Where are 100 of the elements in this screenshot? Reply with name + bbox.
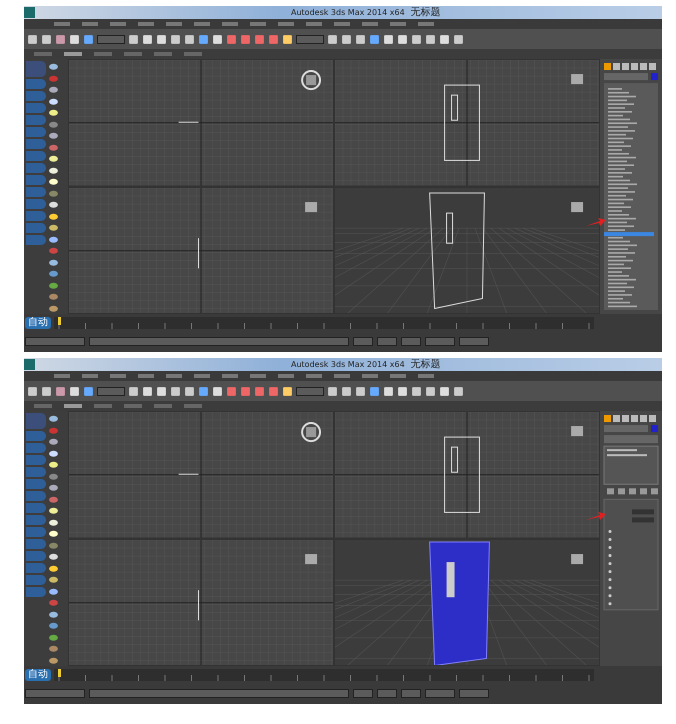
tool-icon[interactable] bbox=[341, 34, 352, 44]
tool-icon[interactable] bbox=[128, 386, 139, 396]
tool-icon[interactable] bbox=[55, 386, 66, 396]
object-icon[interactable] bbox=[48, 166, 59, 174]
tool-icon[interactable] bbox=[282, 34, 293, 44]
object-icon[interactable] bbox=[48, 109, 59, 116]
timeline-track[interactable] bbox=[54, 669, 594, 681]
tool-icon[interactable] bbox=[254, 386, 265, 396]
object-icon[interactable] bbox=[48, 155, 59, 162]
tool-icon[interactable] bbox=[184, 34, 195, 44]
tool-icon[interactable] bbox=[41, 34, 52, 44]
dropdown-field[interactable] bbox=[296, 386, 324, 396]
viewcube-icon[interactable] bbox=[301, 70, 322, 90]
tool-icon[interactable] bbox=[212, 386, 223, 396]
input-field[interactable] bbox=[401, 689, 421, 698]
object-icon[interactable] bbox=[48, 438, 59, 446]
timeline-track[interactable] bbox=[54, 317, 594, 329]
object-icon[interactable] bbox=[48, 415, 59, 422]
tool-icon[interactable] bbox=[240, 386, 251, 396]
tool-icon[interactable] bbox=[453, 34, 464, 44]
tool-icon[interactable] bbox=[69, 34, 80, 44]
object-icon[interactable] bbox=[48, 178, 59, 186]
object-icon[interactable] bbox=[48, 86, 59, 94]
tool-icon[interactable] bbox=[170, 386, 181, 396]
tool-icon[interactable] bbox=[397, 34, 408, 44]
object-icon[interactable] bbox=[48, 258, 59, 266]
viewcube-icon[interactable] bbox=[571, 554, 584, 564]
object-icon[interactable] bbox=[48, 484, 59, 492]
tool-icon[interactable] bbox=[383, 34, 394, 44]
viewcube-icon[interactable] bbox=[571, 426, 584, 436]
status-field[interactable] bbox=[89, 337, 349, 346]
tool-icon[interactable] bbox=[27, 386, 38, 396]
object-icon[interactable] bbox=[48, 236, 59, 243]
viewcube-icon[interactable] bbox=[571, 202, 584, 212]
tool-icon[interactable] bbox=[69, 386, 80, 396]
tool-icon[interactable] bbox=[83, 34, 94, 44]
object-icon[interactable] bbox=[48, 212, 59, 220]
tool-icon[interactable] bbox=[355, 386, 366, 396]
tool-icon[interactable] bbox=[156, 34, 167, 44]
tool-icon[interactable] bbox=[327, 34, 338, 44]
viewcube-icon[interactable] bbox=[301, 422, 322, 442]
tool-icon[interactable] bbox=[128, 34, 139, 44]
input-field[interactable] bbox=[459, 337, 489, 346]
tool-icon[interactable] bbox=[226, 386, 237, 396]
door-model[interactable] bbox=[429, 541, 490, 665]
object-icon[interactable] bbox=[48, 450, 59, 457]
viewcube-icon[interactable] bbox=[571, 74, 584, 84]
tool-icon[interactable] bbox=[411, 34, 422, 44]
object-icon[interactable] bbox=[48, 564, 59, 572]
tool-icon[interactable] bbox=[268, 386, 279, 396]
auto-key-button[interactable]: 自动 bbox=[25, 669, 51, 681]
input-field[interactable] bbox=[425, 689, 455, 698]
object-icon[interactable] bbox=[48, 553, 59, 560]
tool-icon[interactable] bbox=[198, 34, 209, 44]
dropdown-field[interactable] bbox=[97, 34, 125, 44]
input-field[interactable] bbox=[401, 337, 421, 346]
viewcube-icon[interactable] bbox=[305, 202, 318, 212]
menu-bar[interactable] bbox=[24, 371, 662, 381]
object-icon[interactable] bbox=[48, 530, 59, 538]
tool-icon[interactable] bbox=[142, 386, 153, 396]
tool-icon[interactable] bbox=[156, 386, 167, 396]
object-icon[interactable] bbox=[48, 518, 59, 526]
tool-icon[interactable] bbox=[142, 34, 153, 44]
object-icon[interactable] bbox=[48, 132, 59, 140]
tool-icon[interactable] bbox=[170, 34, 181, 44]
tool-icon[interactable] bbox=[453, 386, 464, 396]
tool-icon[interactable] bbox=[41, 386, 52, 396]
tool-icon[interactable] bbox=[411, 386, 422, 396]
tool-icon[interactable] bbox=[184, 386, 195, 396]
object-icon[interactable] bbox=[48, 63, 59, 70]
dropdown-field[interactable] bbox=[296, 34, 324, 44]
input-field[interactable] bbox=[377, 337, 397, 346]
object-icon[interactable] bbox=[48, 576, 59, 584]
tool-icon[interactable] bbox=[83, 386, 94, 396]
tool-icon[interactable] bbox=[383, 386, 394, 396]
status-field[interactable] bbox=[25, 689, 85, 698]
input-field[interactable] bbox=[459, 689, 489, 698]
tool-icon[interactable] bbox=[425, 386, 436, 396]
tool-icon[interactable] bbox=[55, 34, 66, 44]
menu-bar[interactable] bbox=[24, 19, 662, 29]
tool-icon[interactable] bbox=[355, 34, 366, 44]
command-panel[interactable] bbox=[602, 61, 660, 312]
tool-icon[interactable] bbox=[268, 34, 279, 44]
object-icon[interactable] bbox=[48, 98, 59, 105]
object-icon[interactable] bbox=[48, 201, 59, 208]
input-field[interactable] bbox=[425, 337, 455, 346]
tool-icon[interactable] bbox=[198, 386, 209, 396]
object-icon[interactable] bbox=[48, 507, 59, 514]
dropdown-field[interactable] bbox=[97, 386, 125, 396]
object-icon[interactable] bbox=[48, 224, 59, 232]
tool-icon[interactable] bbox=[254, 34, 265, 44]
auto-key-button[interactable]: 自动 bbox=[25, 317, 51, 329]
object-icon[interactable] bbox=[48, 610, 59, 618]
tool-icon[interactable] bbox=[27, 34, 38, 44]
tool-icon[interactable] bbox=[212, 34, 223, 44]
tool-icon[interactable] bbox=[369, 34, 380, 44]
tool-icon[interactable] bbox=[439, 386, 450, 396]
tool-icon[interactable] bbox=[439, 34, 450, 44]
status-field[interactable] bbox=[89, 689, 349, 698]
tool-icon[interactable] bbox=[397, 386, 408, 396]
